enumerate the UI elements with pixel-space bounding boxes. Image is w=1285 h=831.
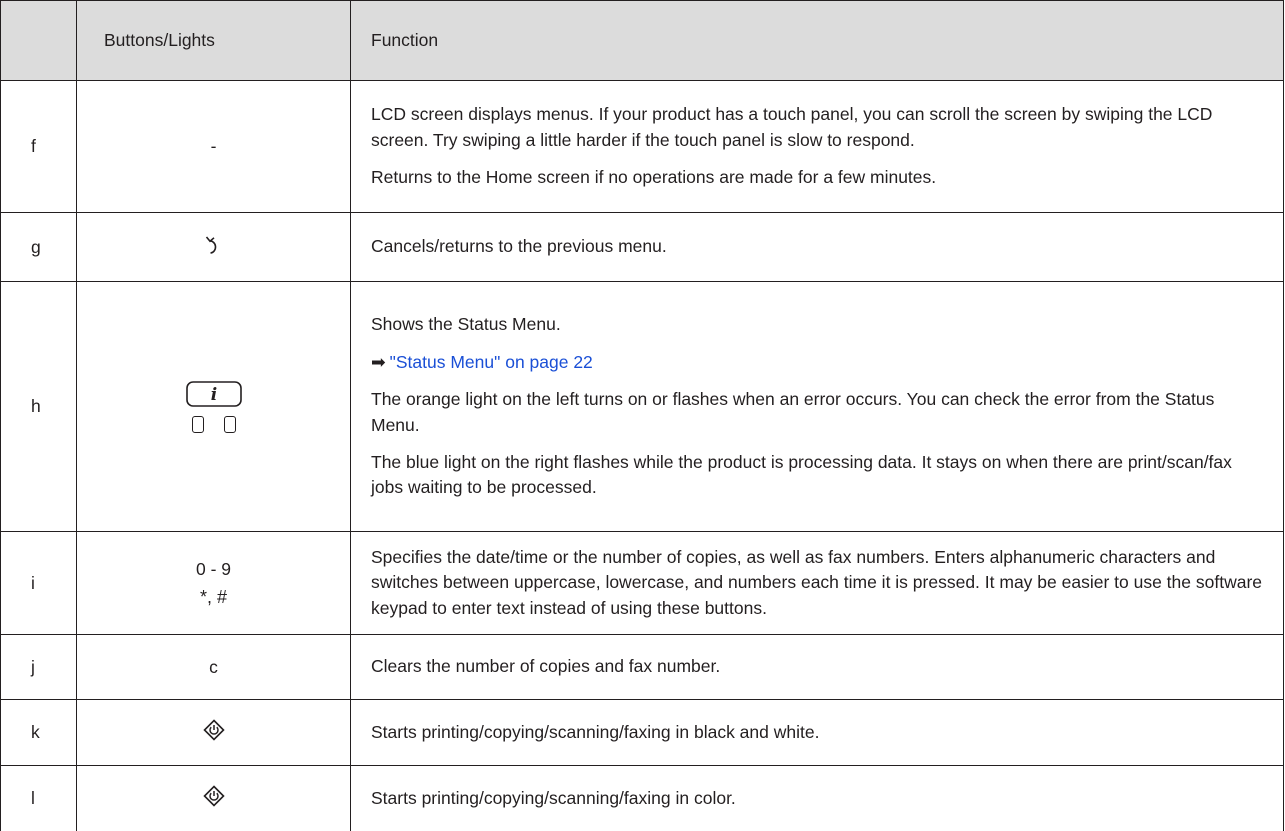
data-light-icon (223, 415, 236, 433)
row-function: Clears the number of copies and fax numb… (350, 634, 1284, 700)
row-button (76, 765, 351, 831)
row-key: f (0, 80, 77, 213)
number-keys-label: 0 - 9 (195, 558, 232, 579)
row-function: Starts printing/copying/scanning/faxing … (350, 765, 1284, 831)
header-function: Function (350, 0, 1284, 81)
table-row: l Starts printing/copying/scanning/faxin… (0, 765, 1284, 831)
row-function: Shows the Status Menu. ➡ "Status Menu" on… (350, 281, 1284, 532)
row-key: g (0, 212, 77, 282)
function-text: Cancels/returns to the previous menu. (371, 236, 667, 257)
header-buttons-lights: Buttons/Lights (76, 0, 351, 81)
row-key: j (0, 634, 77, 700)
status-menu-link[interactable]: ➡ "Status Menu" on page 22 (371, 350, 1265, 375)
header-key (0, 0, 77, 81)
table-row: f - LCD screen displays menus. If your p… (0, 80, 1284, 213)
row-button: i (76, 281, 351, 532)
status-lights (77, 415, 350, 433)
start-diamond-icon (202, 785, 225, 807)
arrow-right-icon: ➡ (371, 351, 386, 372)
row-function: Cancels/returns to the previous menu. (350, 212, 1284, 282)
table-row: k Starts printing/copying/scanning/faxin… (0, 699, 1284, 766)
symbol-keys-label: *, # (199, 586, 228, 607)
function-text: Specifies the date/time or the number of… (371, 546, 1263, 618)
table-row: j c Clears the number of copies and fax … (0, 634, 1284, 700)
status-menu-link-text[interactable]: "Status Menu" on page 22 (390, 352, 593, 372)
table-row: g Cancels/returns to the previous menu. (0, 212, 1284, 282)
table-row: h i Shows the Status Menu. ➡ "Status Menu… (0, 281, 1284, 532)
row-button (76, 699, 351, 766)
row-key: h (0, 281, 77, 532)
row-function: Specifies the date/time or the number of… (350, 531, 1284, 635)
function-text: The blue light on the right flashes whil… (371, 451, 1232, 498)
function-text: Clears the number of copies and fax numb… (371, 656, 721, 677)
row-button: c (76, 634, 351, 700)
row-key: i (0, 531, 77, 635)
row-key: k (0, 699, 77, 766)
control-panel-table: Buttons/Lights Function f - LCD screen d… (0, 0, 1284, 831)
error-light-icon (191, 415, 204, 433)
svg-text:i: i (210, 385, 216, 405)
function-text: Shows the Status Menu. (371, 314, 561, 335)
function-text: Starts printing/copying/scanning/faxing … (371, 721, 820, 742)
start-diamond-icon (202, 719, 225, 741)
function-text: LCD screen displays menus. If your produ… (371, 104, 1213, 150)
row-key: l (0, 765, 77, 831)
info-button-icon: i (185, 380, 242, 407)
function-text: The orange light on the left turns on or… (371, 389, 1215, 435)
row-button (76, 212, 351, 282)
table-row: i 0 - 9 *, # Specifies the date/time or … (0, 531, 1284, 635)
function-text: Starts printing/copying/scanning/faxing … (371, 787, 736, 808)
back-arrow-icon (205, 235, 216, 254)
row-function: LCD screen displays menus. If your produ… (350, 80, 1284, 213)
table-header-row: Buttons/Lights Function (0, 0, 1284, 81)
function-text: Returns to the Home screen if no operati… (371, 167, 937, 188)
row-button: - (76, 80, 351, 213)
row-function: Starts printing/copying/scanning/faxing … (350, 699, 1284, 766)
row-button: 0 - 9 *, # (76, 531, 351, 635)
